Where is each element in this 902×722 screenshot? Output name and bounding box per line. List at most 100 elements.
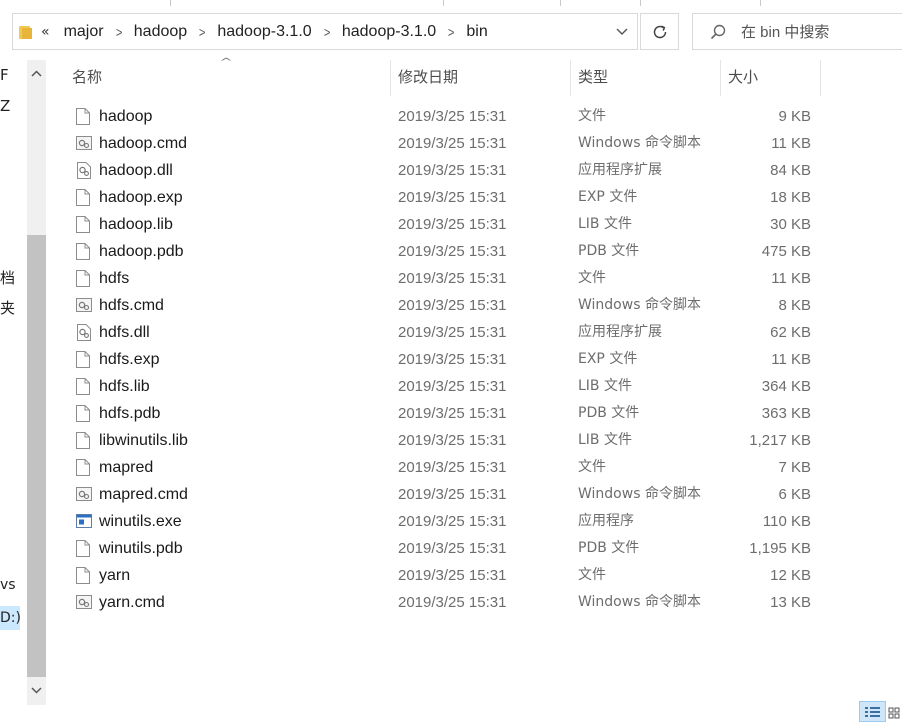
- blank-file-icon: [76, 378, 90, 395]
- file-size: 30 KB: [770, 216, 811, 233]
- file-type: PDB 文件: [578, 243, 640, 259]
- chevron-right-icon[interactable]: >: [318, 24, 336, 40]
- file-row[interactable]: hadoop.exp 2019/3/25 15:31 EXP 文件 18 KB: [46, 184, 902, 211]
- file-type: 文件: [578, 459, 606, 475]
- column-header-date[interactable]: 修改日期: [390, 60, 570, 96]
- file-modified-date: 2019/3/25 15:31: [398, 486, 507, 503]
- file-row[interactable]: mapred.cmd 2019/3/25 15:31 Windows 命令脚本 6 K…: [46, 481, 902, 508]
- file-row[interactable]: hdfs.dll 2019/3/25 15:31 应用程序扩展 62 KB: [46, 319, 902, 346]
- cmd-script-icon: [76, 486, 92, 503]
- details-view-button[interactable]: [859, 701, 886, 722]
- search-icon: [710, 24, 726, 39]
- file-row[interactable]: hadoop.dll 2019/3/25 15:31 应用程序扩展 84 KB: [46, 157, 902, 184]
- blank-file-icon: [76, 189, 90, 206]
- file-modified-date: 2019/3/25 15:31: [398, 297, 507, 314]
- cmd-script-icon: [76, 135, 92, 152]
- ribbon-divider: [640, 0, 641, 6]
- column-divider[interactable]: [820, 60, 821, 96]
- column-header-row: ^ 名称 修改日期 类型 大小: [46, 57, 902, 96]
- cmd-script-icon: [76, 297, 92, 314]
- file-row[interactable]: winutils.pdb 2019/3/25 15:31 PDB 文件 1,195 K…: [46, 535, 902, 562]
- file-modified-date: 2019/3/25 15:31: [398, 162, 507, 179]
- blank-file-icon: [76, 351, 90, 368]
- file-row[interactable]: hdfs.cmd 2019/3/25 15:31 Windows 命令脚本 8 KB: [46, 292, 902, 319]
- column-header-size[interactable]: 大小: [720, 60, 820, 96]
- file-type: LIB 文件: [578, 432, 632, 448]
- file-type: EXP 文件: [578, 189, 638, 205]
- column-header-name[interactable]: 名称: [64, 60, 390, 96]
- breadcrumb-item-major[interactable]: major: [60, 23, 108, 41]
- blank-file-icon: [76, 540, 90, 557]
- nav-scrollbar-thumb[interactable]: [27, 235, 46, 677]
- cmd-script-icon: [76, 594, 92, 611]
- breadcrumb-overflow-button[interactable]: «: [41, 24, 50, 40]
- large-icons-view-icon: [888, 707, 900, 719]
- breadcrumb-item-hadoop[interactable]: hadoop: [130, 23, 191, 41]
- breadcrumb-item-hadoop-3-1-0[interactable]: hadoop-3.1.0: [213, 23, 315, 41]
- file-type: LIB 文件: [578, 216, 632, 232]
- file-row[interactable]: hdfs.lib 2019/3/25 15:31 LIB 文件 364 KB: [46, 373, 902, 400]
- blank-file-icon: [76, 567, 90, 584]
- file-row[interactable]: hdfs.exp 2019/3/25 15:31 EXP 文件 11 KB: [46, 346, 902, 373]
- blank-file-icon: [76, 270, 90, 287]
- nav-item-fragment[interactable]: Z: [0, 97, 20, 115]
- nav-item-fragment[interactable]: F: [0, 66, 20, 84]
- file-row[interactable]: yarn.cmd 2019/3/25 15:31 Windows 命令脚本 13 KB: [46, 589, 902, 616]
- file-type: PDB 文件: [578, 540, 640, 556]
- nav-item-selected[interactable]: D:): [0, 606, 20, 630]
- file-modified-date: 2019/3/25 15:31: [398, 108, 507, 125]
- search-input[interactable]: 在 bin 中搜索: [692, 13, 902, 50]
- refresh-button[interactable]: [640, 13, 679, 50]
- file-size: 8 KB: [778, 297, 811, 314]
- nav-item-fragment[interactable]: 档: [0, 267, 20, 288]
- file-modified-date: 2019/3/25 15:31: [398, 216, 507, 233]
- file-name: mapred: [99, 459, 154, 476]
- breadcrumb-item-bin[interactable]: bin: [462, 23, 491, 41]
- file-modified-date: 2019/3/25 15:31: [398, 324, 507, 341]
- file-row[interactable]: hadoop 2019/3/25 15:31 文件 9 KB: [46, 103, 902, 130]
- file-modified-date: 2019/3/25 15:31: [398, 540, 507, 557]
- file-row[interactable]: libwinutils.lib 2019/3/25 15:31 LIB 文件 1,21…: [46, 427, 902, 454]
- column-header-type[interactable]: 类型: [570, 60, 720, 96]
- chevron-right-icon[interactable]: >: [193, 24, 211, 40]
- file-row[interactable]: hdfs.pdb 2019/3/25 15:31 PDB 文件 363 KB: [46, 400, 902, 427]
- ribbon-strip: [0, 0, 902, 8]
- file-name: hdfs.cmd: [99, 297, 164, 314]
- file-size: 84 KB: [770, 162, 811, 179]
- dll-file-icon: [76, 324, 91, 341]
- file-type: Windows 命令脚本: [578, 297, 701, 313]
- large-icons-view-button[interactable]: [886, 701, 902, 722]
- chevron-right-icon[interactable]: >: [110, 24, 128, 40]
- file-row[interactable]: winutils.exe 2019/3/25 15:31 应用程序 110 KB: [46, 508, 902, 535]
- file-modified-date: 2019/3/25 15:31: [398, 567, 507, 584]
- file-size: 110 KB: [762, 513, 811, 530]
- file-size: 1,217 KB: [749, 432, 811, 449]
- file-type: 应用程序: [578, 513, 634, 529]
- file-row[interactable]: hadoop.lib 2019/3/25 15:31 LIB 文件 30 KB: [46, 211, 902, 238]
- file-name: yarn.cmd: [99, 594, 165, 611]
- file-row[interactable]: mapred 2019/3/25 15:31 文件 7 KB: [46, 454, 902, 481]
- ribbon-divider: [760, 0, 761, 6]
- nav-item-fragment[interactable]: vs (C: [0, 577, 20, 593]
- file-size: 11 KB: [771, 351, 811, 368]
- file-name: winutils.pdb: [99, 540, 183, 557]
- file-modified-date: 2019/3/25 15:31: [398, 432, 507, 449]
- file-row[interactable]: yarn 2019/3/25 15:31 文件 12 KB: [46, 562, 902, 589]
- file-size: 12 KB: [770, 567, 811, 584]
- file-row[interactable]: hadoop.cmd 2019/3/25 15:31 Windows 命令脚本 11 …: [46, 130, 902, 157]
- file-name: hdfs.dll: [99, 324, 150, 341]
- file-name: yarn: [99, 567, 131, 584]
- file-modified-date: 2019/3/25 15:31: [398, 513, 507, 530]
- file-type: EXP 文件: [578, 351, 638, 367]
- chevron-right-icon[interactable]: >: [442, 24, 460, 40]
- file-row[interactable]: hadoop.pdb 2019/3/25 15:31 PDB 文件 475 KB: [46, 238, 902, 265]
- scroll-down-icon[interactable]: [27, 679, 46, 701]
- breadcrumb-item-hadoop-3-1-0-inner[interactable]: hadoop-3.1.0: [338, 23, 440, 41]
- scroll-up-icon[interactable]: [27, 62, 46, 84]
- chevron-down-icon[interactable]: [615, 24, 629, 38]
- file-name: hadoop.pdb: [99, 243, 184, 260]
- file-row[interactable]: hdfs 2019/3/25 15:31 文件 11 KB: [46, 265, 902, 292]
- nav-item-fragment[interactable]: 夹: [0, 297, 20, 318]
- address-bar[interactable]: « major > hadoop > hadoop-3.1.0 > hadoop…: [12, 13, 638, 50]
- file-type: 文件: [578, 108, 606, 124]
